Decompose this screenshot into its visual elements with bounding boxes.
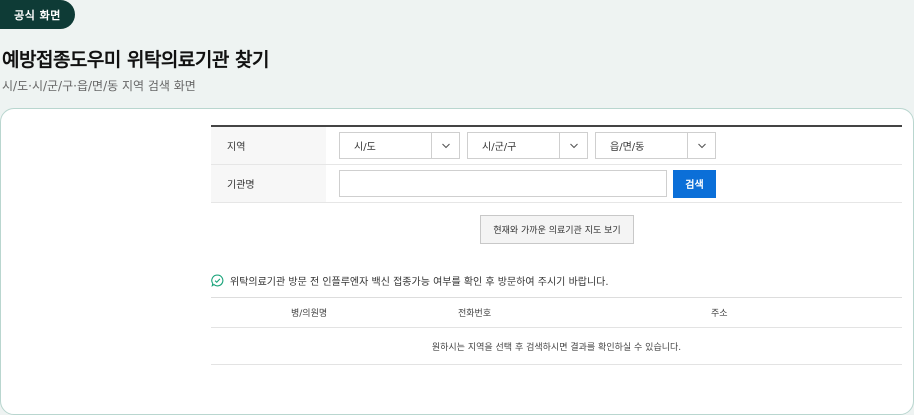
official-screen-badge: 공식 화면 <box>0 0 75 29</box>
institution-label: 기관명 <box>211 165 326 202</box>
region-selects: 시/도 시/군/구 읍/면/동 <box>326 132 716 159</box>
notice: 위탁의료기관 방문 전 인플루엔자 백신 접종가능 여부를 확인 후 방문하여 … <box>211 273 609 288</box>
city-select-value: 시/군/구 <box>482 142 517 153</box>
institution-field: 검색 <box>326 169 716 198</box>
chat-bubble-check-icon <box>211 274 224 287</box>
institution-row: 기관명 검색 <box>211 165 902 203</box>
city-select[interactable]: 시/군/구 <box>467 132 588 159</box>
region-row: 지역 시/도 시/군/구 읍/면/동 <box>211 127 902 165</box>
column-header-address: 주소 <box>711 309 728 319</box>
page-subtitle: 시/도·시/군/구·읍/면/동 지역 검색 화면 <box>2 79 196 93</box>
province-select-value: 시/도 <box>354 142 376 153</box>
nearby-map-button[interactable]: 현재와 가까운 의료기관 지도 보기 <box>480 215 634 244</box>
chevron-down-icon <box>698 143 706 149</box>
column-header-phone: 전화번호 <box>458 309 492 319</box>
results-table: 병/의원명 전화번호 주소 원하시는 지역을 선택 후 검색하시면 결과를 확인… <box>211 297 902 365</box>
notice-text: 위탁의료기관 방문 전 인플루엔자 백신 접종가능 여부를 확인 후 방문하여 … <box>230 277 609 288</box>
town-select[interactable]: 읍/면/동 <box>595 132 716 159</box>
province-select[interactable]: 시/도 <box>339 132 460 159</box>
results-header: 병/의원명 전화번호 주소 <box>211 298 902 328</box>
search-button[interactable]: 검색 <box>673 169 716 198</box>
page-title: 예방접종도우미 위탁의료기관 찾기 <box>2 49 269 71</box>
select-divider <box>559 133 560 158</box>
results-empty-message: 원하시는 지역을 선택 후 검색하시면 결과를 확인하실 수 있습니다. <box>211 328 902 365</box>
institution-name-input[interactable] <box>339 170 667 197</box>
search-form: 지역 시/도 시/군/구 읍/면/동 기관명 검색 <box>211 125 902 203</box>
chevron-down-icon <box>570 143 578 149</box>
town-select-value: 읍/면/동 <box>610 142 645 153</box>
chevron-down-icon <box>442 143 450 149</box>
column-header-hospital: 병/의원명 <box>291 309 328 319</box>
region-label: 지역 <box>211 127 326 164</box>
select-divider <box>687 133 688 158</box>
select-divider <box>431 133 432 158</box>
